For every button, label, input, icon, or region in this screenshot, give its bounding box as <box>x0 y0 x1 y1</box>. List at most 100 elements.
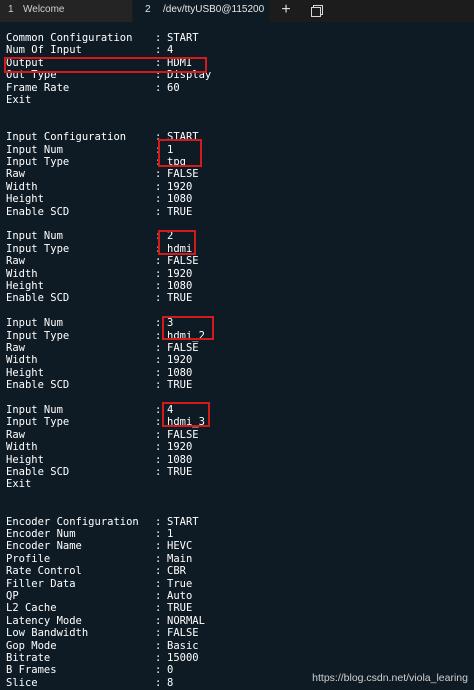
config-value: FALSE <box>167 168 199 181</box>
config-key: Input Num <box>6 317 63 330</box>
config-value: HEVC <box>167 540 192 553</box>
tab-bar: 1 Welcome 2 /dev/ttyUSB0@115200 + <box>0 0 474 22</box>
config-value: Basic <box>167 640 199 653</box>
config-value: 1080 <box>167 367 192 380</box>
tab-serial-console[interactable]: 2 /dev/ttyUSB0@115200 <box>133 0 269 22</box>
highlight-box-input-1 <box>158 139 202 167</box>
separator: : <box>155 416 161 429</box>
config-value: 1080 <box>167 454 192 467</box>
config-value: 60 <box>167 82 180 95</box>
config-key: Input Num <box>6 230 63 243</box>
separator: : <box>155 553 161 566</box>
config-key: Enable SCD <box>6 379 69 392</box>
config-value: CBR <box>167 565 186 578</box>
duplicate-window-icon[interactable] <box>310 4 324 18</box>
separator: : <box>155 664 161 677</box>
config-key: Input Num <box>6 404 63 417</box>
separator: : <box>155 429 161 442</box>
config-value: 1080 <box>167 280 192 293</box>
config-key: Height <box>6 367 44 380</box>
config-key: Low Bandwidth <box>6 627 88 640</box>
config-value: 1920 <box>167 268 192 281</box>
config-key: Input Type <box>6 416 69 429</box>
tab-welcome[interactable]: 1 Welcome <box>0 0 132 22</box>
separator: : <box>155 516 161 529</box>
config-value: START <box>167 32 199 45</box>
config-value: FALSE <box>167 342 199 355</box>
separator: : <box>155 367 161 380</box>
highlight-box-input-3 <box>162 316 214 340</box>
config-key: Raw <box>6 429 25 442</box>
config-value: 15000 <box>167 652 199 665</box>
config-value: 0 <box>167 664 173 677</box>
separator: : <box>155 292 161 305</box>
config-key: Input Type <box>6 156 69 169</box>
config-key: Enable SCD <box>6 206 69 219</box>
config-value: FALSE <box>167 429 199 442</box>
separator: : <box>155 578 161 591</box>
config-key: Encoder Name <box>6 540 82 553</box>
separator: : <box>155 181 161 194</box>
separator: : <box>155 602 161 615</box>
config-key: Width <box>6 441 38 454</box>
separator: : <box>155 32 161 45</box>
config-value: FALSE <box>167 255 199 268</box>
separator: : <box>155 379 161 392</box>
config-value: FALSE <box>167 627 199 640</box>
config-key: Width <box>6 354 38 367</box>
config-value: NORMAL <box>167 615 205 628</box>
separator: : <box>155 354 161 367</box>
separator: : <box>155 193 161 206</box>
separator: : <box>155 82 161 95</box>
config-key: Height <box>6 193 44 206</box>
separator: : <box>155 565 161 578</box>
config-key: Input Type <box>6 330 69 343</box>
config-key: Width <box>6 268 38 281</box>
terminal-output[interactable]: Common Configuration:STARTNum Of Input:4… <box>0 22 474 688</box>
separator: : <box>155 590 161 603</box>
config-key: Height <box>6 454 44 467</box>
config-key: Height <box>6 280 44 293</box>
separator: : <box>155 652 161 665</box>
highlight-box-input-2 <box>158 230 196 255</box>
config-value: 1920 <box>167 354 192 367</box>
config-key: Rate Control <box>6 565 82 578</box>
new-tab-button[interactable]: + <box>280 0 292 22</box>
config-value: TRUE <box>167 466 192 479</box>
config-value: 1920 <box>167 181 192 194</box>
config-key: Raw <box>6 255 25 268</box>
separator: : <box>155 317 161 330</box>
config-key: Num Of Input <box>6 44 82 57</box>
config-value: 1 <box>167 528 173 541</box>
config-key: Width <box>6 181 38 194</box>
separator: : <box>155 280 161 293</box>
separator: : <box>155 528 161 541</box>
config-key: Enable SCD <box>6 466 69 479</box>
config-key: Profile <box>6 553 50 566</box>
config-key: QP <box>6 590 19 603</box>
tab-label: Welcome <box>23 0 65 20</box>
config-key: Input Num <box>6 144 63 157</box>
config-value: START <box>167 516 199 529</box>
config-key: Input Configuration <box>6 131 126 144</box>
separator: : <box>155 615 161 628</box>
config-value: TRUE <box>167 379 192 392</box>
separator: : <box>155 168 161 181</box>
separator: : <box>155 466 161 479</box>
config-key: Encoder Configuration <box>6 516 139 529</box>
tab-number: 1 <box>8 0 14 20</box>
config-value: True <box>167 578 192 591</box>
config-key: Exit <box>6 478 31 491</box>
config-key: B Frames <box>6 664 57 677</box>
separator: : <box>155 268 161 281</box>
config-key: Gop Mode <box>6 640 57 653</box>
config-key: Enable SCD <box>6 292 69 305</box>
separator: : <box>155 540 161 553</box>
separator: : <box>155 206 161 219</box>
config-value: Main <box>167 553 192 566</box>
separator: : <box>155 342 161 355</box>
config-value: 1920 <box>167 441 192 454</box>
config-key: Common Configuration <box>6 32 132 45</box>
config-key: Input Type <box>6 243 69 256</box>
separator: : <box>155 627 161 640</box>
